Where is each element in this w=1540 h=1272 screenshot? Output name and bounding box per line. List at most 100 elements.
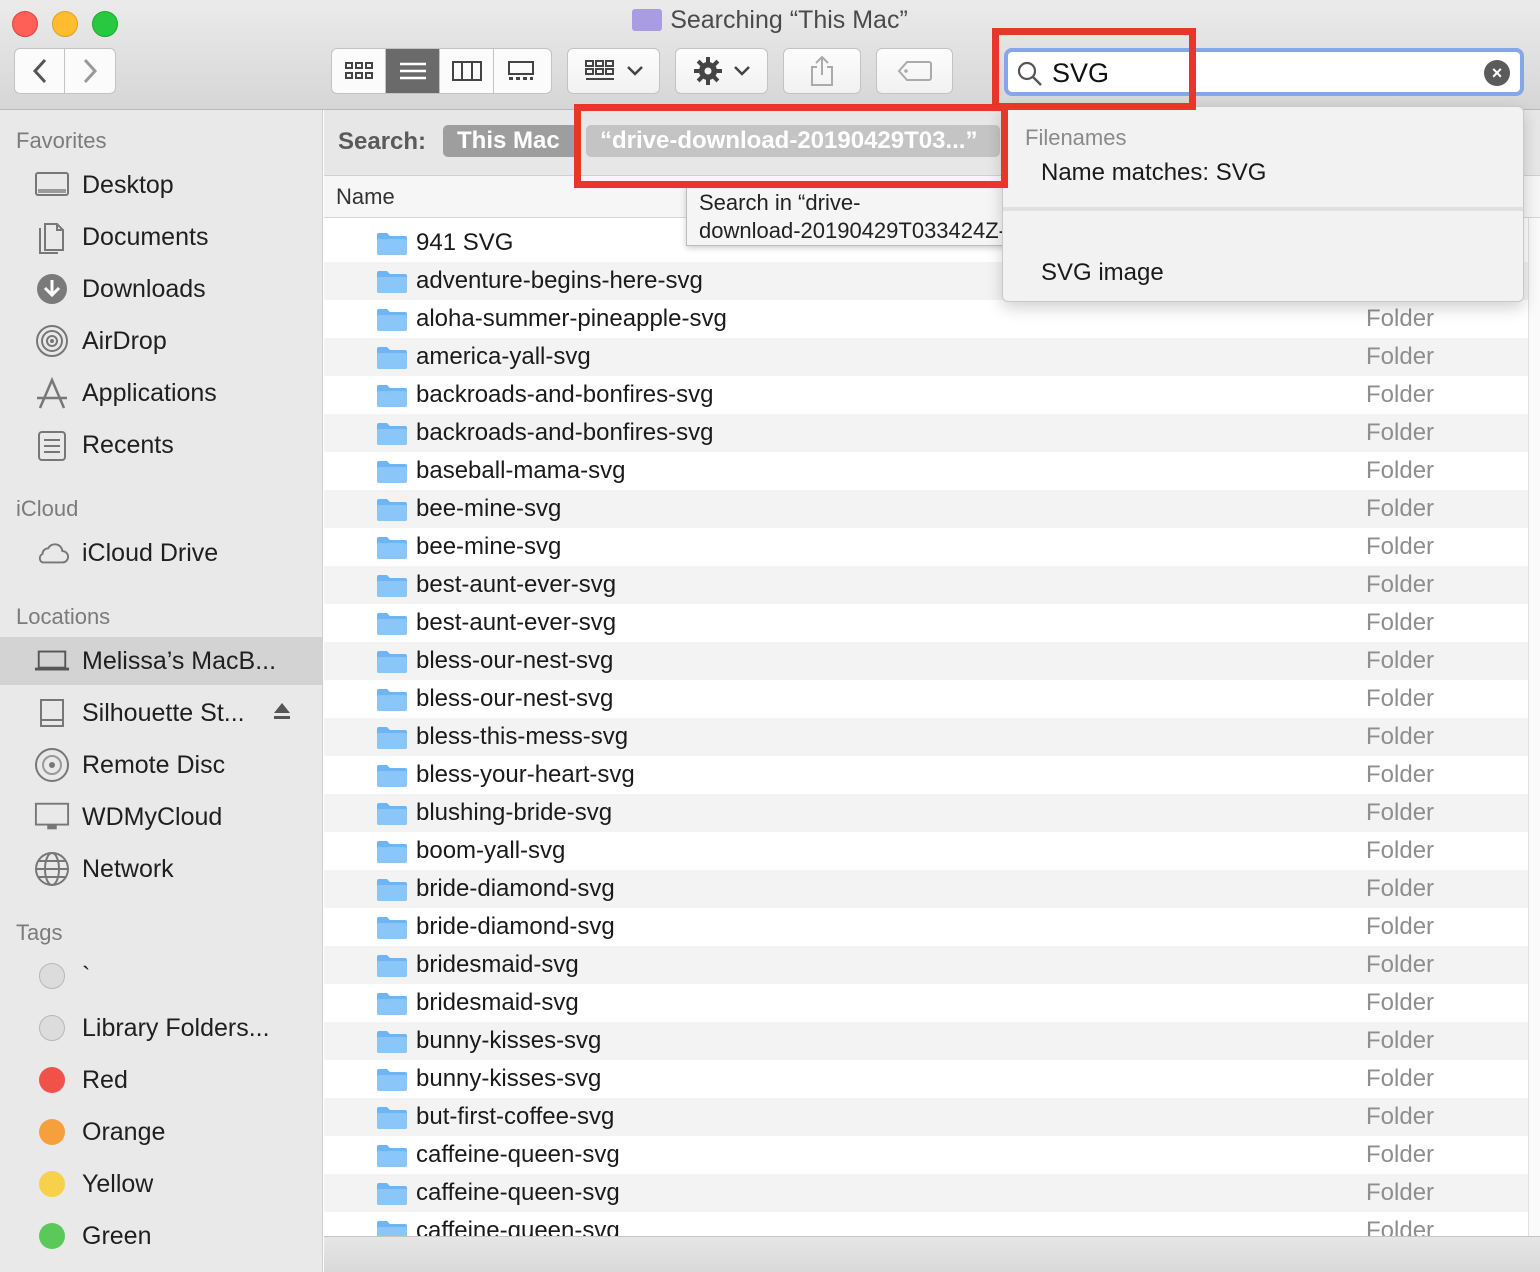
sidebar-tag-library-folders[interactable]: Library Folders... (0, 1004, 322, 1052)
sidebar-item-label: Network (82, 854, 174, 883)
row-kind: Folder (1366, 1217, 1435, 1236)
tag-color-dot (39, 963, 65, 989)
search-input[interactable] (1052, 56, 1472, 90)
folder-icon (376, 953, 408, 978)
row-name: best-aunt-ever-svg (416, 571, 617, 598)
chevron-right-icon (83, 58, 98, 84)
sidebar-item-macbook[interactable]: Melissa’s MacB... (0, 637, 322, 685)
folder-icon (376, 421, 408, 446)
row-kind: Folder (1366, 457, 1435, 484)
table-row[interactable]: bridesmaid-svg Folder (324, 984, 1528, 1022)
folder-icon (376, 383, 408, 408)
suggestion-name-matches[interactable]: Name matches: SVG (1041, 159, 1266, 187)
table-row[interactable]: bunny-kisses-svg Folder (324, 1022, 1528, 1060)
table-row[interactable]: bridesmaid-svg Folder (324, 946, 1528, 984)
action-button[interactable] (675, 48, 768, 94)
table-row[interactable]: backroads-and-bonfires-svg Folder (324, 376, 1528, 414)
sidebar-item-wdmycloud[interactable]: WDMyCloud (0, 793, 322, 841)
icon-view-button[interactable] (332, 49, 386, 93)
sidebar-item-label: Applications (82, 378, 217, 407)
table-row[interactable]: bless-this-mess-svg Folder (324, 718, 1528, 756)
sidebar-tag-backtick[interactable]: ` (0, 952, 322, 1000)
table-row[interactable]: america-yall-svg Folder (324, 338, 1528, 376)
sidebar-tag-green[interactable]: Green (0, 1212, 322, 1260)
sidebar-item-remote-disc[interactable]: Remote Disc (0, 741, 322, 789)
table-row[interactable]: but-first-coffee-svg Folder (324, 1098, 1528, 1136)
table-row[interactable]: baseball-mama-svg Folder (324, 452, 1528, 490)
close-icon: × (1491, 63, 1503, 83)
disc-icon (34, 748, 70, 782)
table-row[interactable]: bee-mine-svg Folder (324, 490, 1528, 528)
table-row[interactable]: bless-your-heart-svg Folder (324, 756, 1528, 794)
sidebar-item-icloud-drive[interactable]: iCloud Drive (0, 529, 322, 577)
vertical-scrollbar[interactable] (1528, 218, 1540, 1236)
row-name: bless-your-heart-svg (416, 761, 635, 788)
table-row[interactable]: bee-mine-svg Folder (324, 528, 1528, 566)
search-field[interactable]: × (1004, 48, 1524, 96)
laptop-icon (34, 645, 70, 677)
folder-icon (376, 1029, 408, 1054)
column-header-name[interactable]: Name (336, 184, 395, 210)
search-suggestions-menu: Filenames Name matches: SVG SVG image (1002, 106, 1524, 302)
scope-folder-button[interactable]: “drive-download-20190429T03...” (586, 125, 1000, 157)
tag-color-dot (39, 1223, 65, 1249)
table-row[interactable]: caffeine-queen-svg Folder (324, 1174, 1528, 1212)
table-row[interactable]: blushing-bride-svg Folder (324, 794, 1528, 832)
scope-this-mac-button[interactable]: This Mac (443, 125, 579, 157)
sidebar-item-label: iCloud Drive (82, 538, 219, 567)
table-row[interactable]: bless-our-nest-svg Folder (324, 642, 1528, 680)
table-row[interactable]: bless-our-nest-svg Folder (324, 680, 1528, 718)
sidebar: Favorites Desktop Documents Downloads Ai… (0, 110, 323, 1272)
table-row[interactable]: caffeine-queen-svg Folder (324, 1136, 1528, 1174)
row-name: but-first-coffee-svg (416, 1103, 615, 1130)
sidebar-item-airdrop[interactable]: AirDrop (0, 317, 322, 365)
table-row[interactable]: bride-diamond-svg Folder (324, 908, 1528, 946)
sidebar-tag-orange[interactable]: Orange (0, 1108, 322, 1156)
list-view-button[interactable] (386, 49, 440, 93)
row-kind: Folder (1366, 495, 1435, 522)
table-row[interactable]: aloha-summer-pineapple-svg Folder (324, 300, 1528, 338)
sidebar-tag-red[interactable]: Red (0, 1056, 322, 1104)
group-grid-icon (584, 60, 614, 80)
column-view-icon (451, 61, 482, 81)
table-row[interactable]: caffeine-queen-svg Folder (324, 1212, 1528, 1236)
table-row[interactable]: boom-yall-svg Folder (324, 832, 1528, 870)
sidebar-section-favorites: Favorites (16, 128, 107, 153)
tag-dot-icon (34, 1012, 70, 1044)
sidebar-item-network[interactable]: Network (0, 845, 322, 893)
forward-button[interactable] (65, 49, 115, 93)
share-button[interactable] (783, 48, 861, 94)
sidebar-item-applications[interactable]: Applications (0, 369, 322, 417)
row-kind: Folder (1366, 951, 1435, 978)
back-button[interactable] (15, 49, 65, 93)
row-kind: Folder (1366, 305, 1435, 332)
table-row[interactable]: best-aunt-ever-svg Folder (324, 604, 1528, 642)
column-view-button[interactable] (440, 49, 494, 93)
gallery-view-button[interactable] (494, 49, 548, 93)
sidebar-item-documents[interactable]: Documents (0, 213, 322, 261)
sidebar-item-label: Desktop (82, 170, 174, 199)
sidebar-item-silhouette[interactable]: Silhouette St... (0, 689, 322, 737)
row-kind: Folder (1366, 1103, 1435, 1130)
window-title: Searching “This Mac” (0, 6, 1540, 35)
row-kind: Folder (1366, 343, 1435, 370)
table-row[interactable]: backroads-and-bonfires-svg Folder (324, 414, 1528, 452)
folder-icon (376, 1067, 408, 1092)
clear-search-button[interactable]: × (1484, 60, 1510, 86)
table-row[interactable]: bunny-kisses-svg Folder (324, 1060, 1528, 1098)
row-name: bee-mine-svg (416, 495, 562, 522)
group-by-button[interactable] (567, 48, 660, 94)
table-row[interactable]: best-aunt-ever-svg Folder (324, 566, 1528, 604)
table-row[interactable]: bride-diamond-svg Folder (324, 870, 1528, 908)
tag-button[interactable] (876, 48, 953, 94)
sidebar-item-desktop[interactable]: Desktop (0, 161, 322, 209)
suggestion-kind-svg-image[interactable]: SVG image (1041, 259, 1164, 287)
sidebar-section-tags: Tags (16, 920, 63, 945)
folder-icon (376, 459, 408, 484)
sidebar-item-recents[interactable]: Recents (0, 421, 322, 469)
folder-icon (376, 1143, 408, 1168)
sidebar-tag-yellow[interactable]: Yellow (0, 1160, 322, 1208)
row-kind: Folder (1366, 1065, 1435, 1092)
sidebar-item-downloads[interactable]: Downloads (0, 265, 322, 313)
eject-icon[interactable] (272, 701, 292, 728)
